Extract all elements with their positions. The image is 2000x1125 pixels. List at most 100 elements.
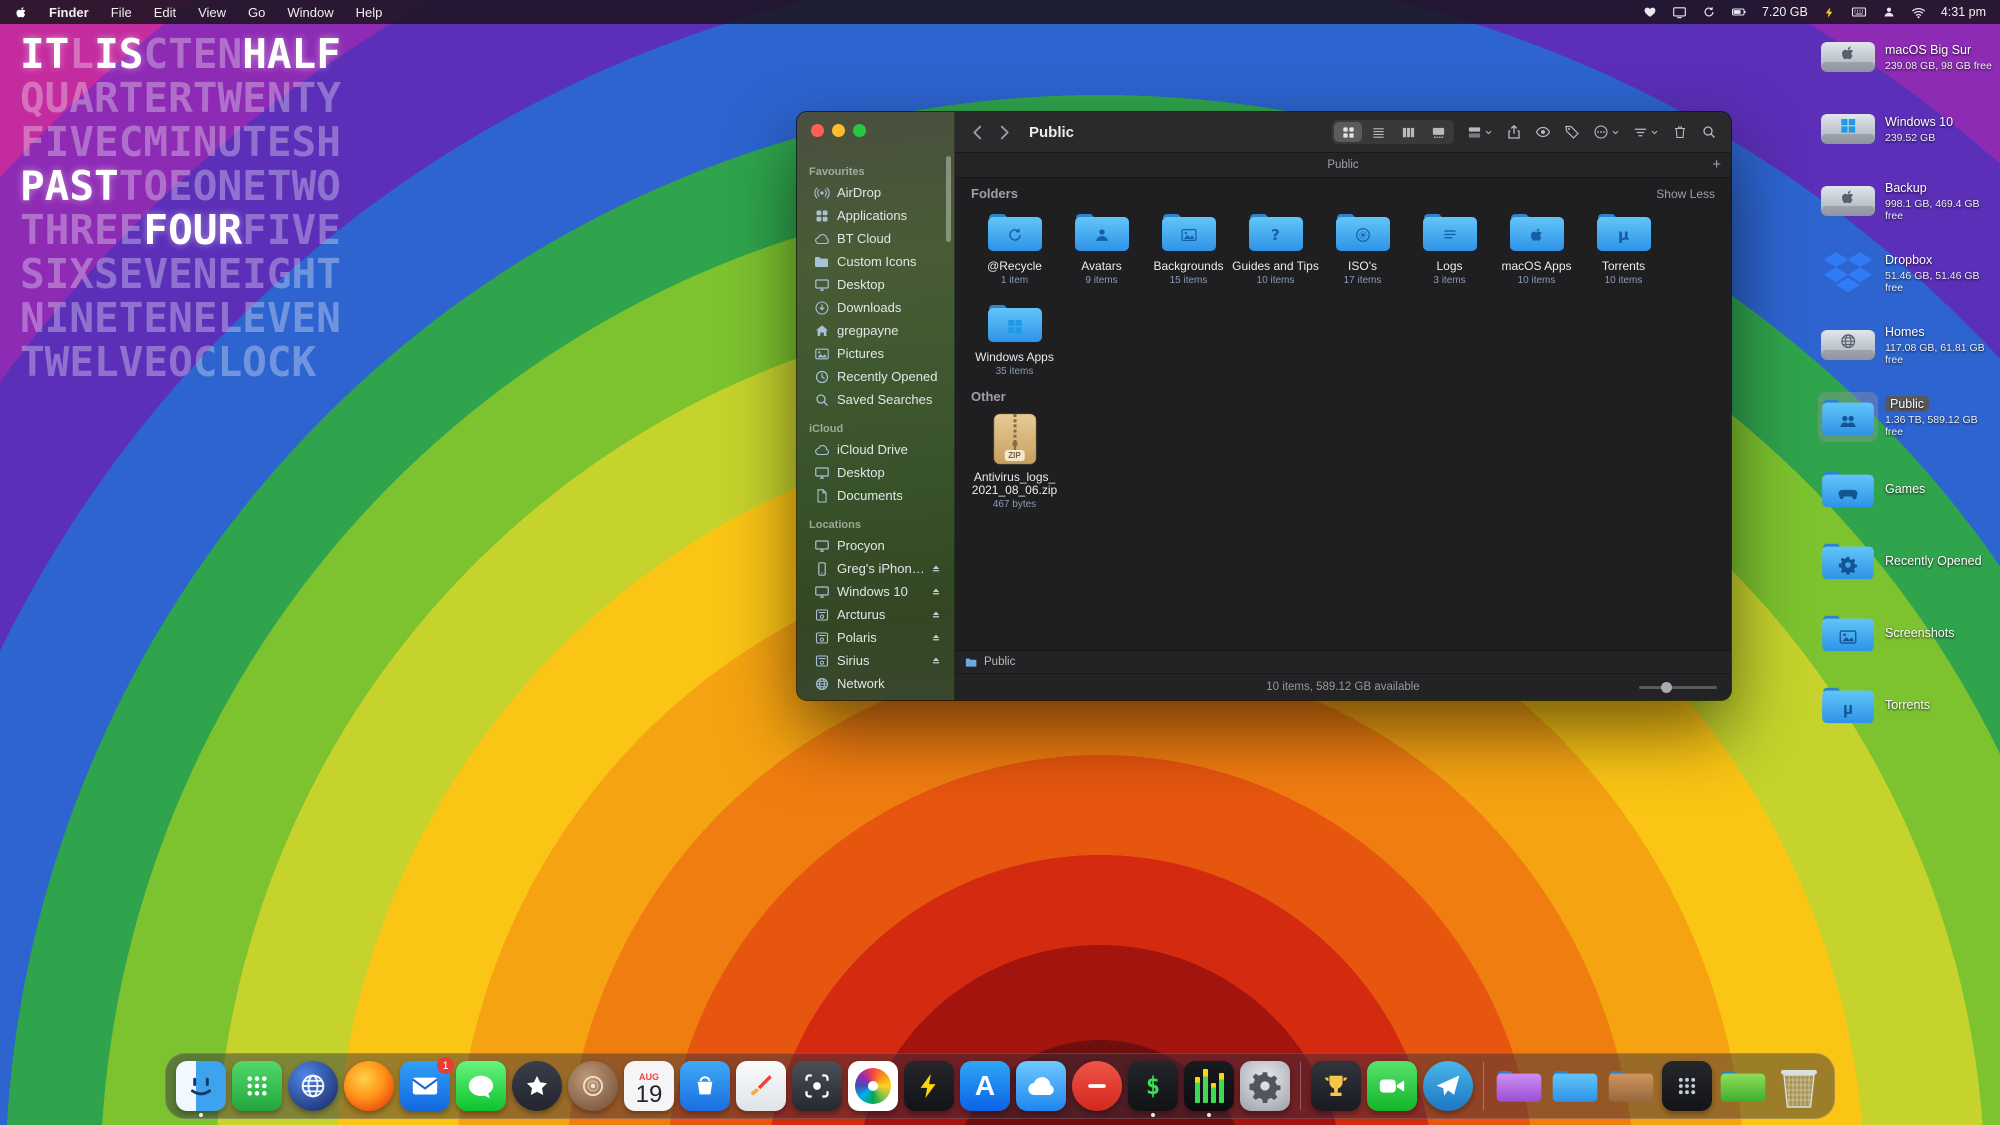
dock-arcade-icon[interactable] <box>512 1061 562 1111</box>
sidebar-item-pictures[interactable]: Pictures <box>801 342 950 365</box>
folder-item-backgrounds[interactable]: Backgrounds15 items <box>1145 209 1232 286</box>
user-status-icon[interactable] <box>1882 5 1896 19</box>
desktop-icon-backup[interactable]: Backup998.1 GB, 469.4 GB free <box>1818 165 1998 237</box>
delete-button[interactable] <box>1672 124 1688 140</box>
sidebar-item-gregpayne[interactable]: gregpayne <box>801 319 950 342</box>
sidebar-item-arcturus[interactable]: Arcturus <box>801 603 950 626</box>
dock-blue-utility-icon[interactable] <box>680 1061 730 1111</box>
dock-messages-icon[interactable] <box>456 1061 506 1111</box>
sidebar-item-sirius[interactable]: Sirius <box>801 649 950 672</box>
sidebar-item-desktop[interactable]: Desktop <box>801 273 950 296</box>
eject-icon[interactable] <box>930 655 942 667</box>
sidebar-item-desktop[interactable]: Desktop <box>801 461 950 484</box>
dock-audio-meter-icon[interactable] <box>1184 1061 1234 1111</box>
path-bar-label[interactable]: Public <box>984 656 1015 668</box>
dock-photos-icon[interactable] <box>848 1061 898 1111</box>
menu-clock[interactable]: 4:31 pm <box>1941 5 1986 19</box>
memory-usage-text[interactable]: 7.20 GB <box>1762 5 1808 19</box>
close-button[interactable] <box>811 124 824 137</box>
dock-photo-editor-icon[interactable] <box>568 1061 618 1111</box>
dock-launchpad-icon[interactable] <box>232 1061 282 1111</box>
sidebar-item-airdrop[interactable]: AirDrop <box>801 181 950 204</box>
dock-system-preferences-icon[interactable] <box>1240 1061 1290 1111</box>
desktop-icon-dropbox[interactable]: Dropbox51.46 GB, 51.46 GB free <box>1818 237 1998 309</box>
eject-icon[interactable] <box>930 586 942 598</box>
dock-bolt-app-icon[interactable] <box>904 1061 954 1111</box>
share-button[interactable] <box>1506 124 1522 140</box>
desktop-icon-windows-10[interactable]: Windows 10239.52 GB <box>1818 93 1998 165</box>
apple-menu-icon[interactable] <box>14 5 29 20</box>
file-item-antivirus-logs-2021-08-06-zip[interactable]: ZIPAntivirus_logs_2021_08_06.zip467 byte… <box>971 412 1058 510</box>
battery-status-icon[interactable] <box>1731 4 1747 20</box>
sidebar-item-documents[interactable]: Documents <box>801 484 950 507</box>
desktop-icon-screenshots[interactable]: Screenshots <box>1818 597 1998 669</box>
sidebar-item-custom-icons[interactable]: Custom Icons <box>801 250 950 273</box>
desktop-icon-homes[interactable]: Homes117.08 GB, 61.81 GB free <box>1818 309 1998 381</box>
dock-design-app-icon[interactable] <box>736 1061 786 1111</box>
slider-thumb[interactable] <box>1661 682 1672 693</box>
dock-terminal-icon[interactable]: $ <box>1128 1061 1178 1111</box>
dock-red-status-app-icon[interactable] <box>1072 1061 1122 1111</box>
dock-facetime-icon[interactable] <box>1367 1061 1417 1111</box>
dock-folder-green-icon[interactable] <box>1718 1061 1768 1111</box>
quicklook-button[interactable] <box>1535 124 1551 140</box>
new-tab-button[interactable]: + <box>1712 153 1721 177</box>
sidebar-item-downloads[interactable]: Downloads <box>801 296 950 319</box>
sidebar-item-polaris[interactable]: Polaris <box>801 626 950 649</box>
sidebar-item-applications[interactable]: Applications <box>801 204 950 227</box>
folder-item-windows-apps[interactable]: Windows Apps35 items <box>971 300 1058 377</box>
desktop-icon-macos-big-sur[interactable]: macOS Big Sur239.08 GB, 98 GB free <box>1818 21 1998 93</box>
sidebar-item-saved-searches[interactable]: Saved Searches <box>801 388 950 411</box>
folder-item-logs[interactable]: Logs3 items <box>1406 209 1493 286</box>
desktop-icon-public[interactable]: Public1.36 TB, 589.12 GB free <box>1818 381 1998 453</box>
back-button[interactable] <box>969 124 986 141</box>
gallery-view-button[interactable] <box>1424 122 1452 142</box>
menu-go[interactable]: Go <box>248 5 265 20</box>
eject-icon[interactable] <box>930 609 942 621</box>
dock-media-app-icon[interactable] <box>1662 1061 1712 1111</box>
search-button[interactable] <box>1701 124 1717 140</box>
menu-edit[interactable]: Edit <box>154 5 176 20</box>
sidebar-item-network[interactable]: Network <box>801 672 950 695</box>
desktop-icon-torrents[interactable]: µTorrents <box>1818 669 1998 741</box>
wifi-status-icon[interactable] <box>1911 5 1926 20</box>
menu-file[interactable]: File <box>111 5 132 20</box>
dock-screenshot-app-icon[interactable] <box>792 1061 842 1111</box>
dock-trophy-app-icon[interactable] <box>1311 1061 1361 1111</box>
keyboard-status-icon[interactable] <box>1851 4 1867 20</box>
menu-window[interactable]: Window <box>287 5 333 20</box>
sidebar-item-greg-s-iphone-11[interactable]: Greg's iPhone 11 <box>801 557 950 580</box>
sort-button[interactable] <box>1633 125 1659 140</box>
folder-item-guides-and-tips[interactable]: ?Guides and Tips10 items <box>1232 209 1319 286</box>
dock-app-store-icon[interactable]: A <box>960 1061 1010 1111</box>
dock-finder-icon[interactable] <box>176 1061 226 1111</box>
display-status-icon[interactable] <box>1672 5 1687 20</box>
eject-icon[interactable] <box>930 632 942 644</box>
folder-item-torrents[interactable]: µTorrents10 items <box>1580 209 1667 286</box>
zoom-button[interactable] <box>853 124 866 137</box>
group-button[interactable] <box>1467 125 1493 140</box>
desktop-icon-recently-opened[interactable]: Recently Opened <box>1818 525 1998 597</box>
folder-item-avatars[interactable]: Avatars9 items <box>1058 209 1145 286</box>
desktop-icon-games[interactable]: Games <box>1818 453 1998 525</box>
minimize-button[interactable] <box>832 124 845 137</box>
folder-item-macos-apps[interactable]: macOS Apps10 items <box>1493 209 1580 286</box>
dock-trash-icon[interactable] <box>1774 1061 1824 1111</box>
dock-browser-icon[interactable] <box>288 1061 338 1111</box>
tab-public[interactable]: Public <box>1327 159 1358 171</box>
dock-telegram-icon[interactable] <box>1423 1061 1473 1111</box>
heart-status-icon[interactable] <box>1643 5 1657 19</box>
column-view-button[interactable] <box>1394 122 1422 142</box>
tag-button[interactable] <box>1564 124 1580 140</box>
sidebar-item-bt-cloud[interactable]: BT Cloud <box>801 227 950 250</box>
dock-firefox-icon[interactable] <box>344 1061 394 1111</box>
eject-icon[interactable] <box>930 563 942 575</box>
dock-calendar-icon[interactable]: AUG19 <box>624 1061 674 1111</box>
more-actions-button[interactable] <box>1593 124 1620 140</box>
sync-status-icon[interactable] <box>1702 5 1716 19</box>
forward-button[interactable] <box>996 124 1013 141</box>
dock-folder-blue-icon[interactable] <box>1550 1061 1600 1111</box>
menu-view[interactable]: View <box>198 5 226 20</box>
sidebar-item-icloud-drive[interactable]: iCloud Drive <box>801 438 950 461</box>
menu-help[interactable]: Help <box>356 5 383 20</box>
